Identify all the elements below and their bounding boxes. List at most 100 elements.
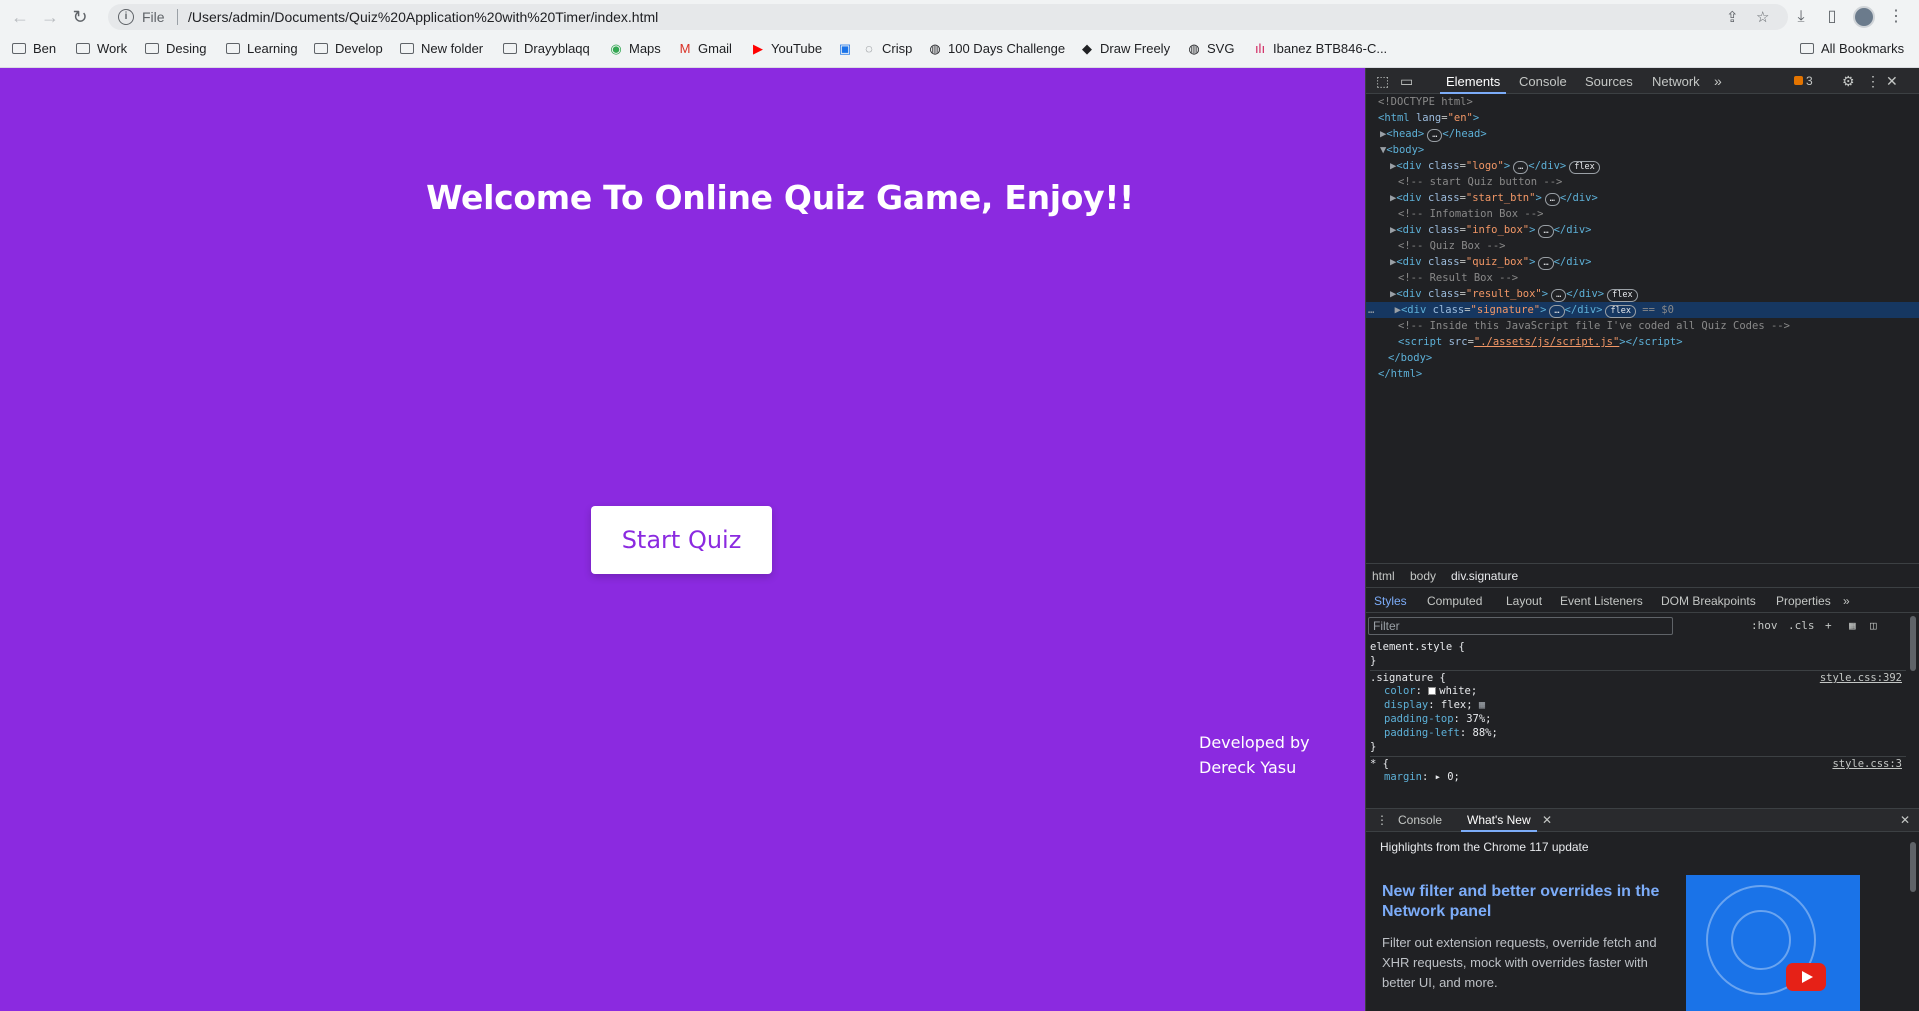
tab-sources[interactable]: Sources	[1585, 74, 1633, 89]
tab-event-listeners[interactable]: Event Listeners	[1560, 594, 1643, 608]
dom-comment[interactable]: <!-- Infomation Box -->	[1398, 206, 1543, 222]
dom-html-close[interactable]: </html>	[1378, 366, 1422, 382]
dom-head[interactable]: ▶<head>… </head>	[1380, 126, 1487, 142]
bookmark-item[interactable]: ılı Ibanez BTB846-C...	[1253, 39, 1387, 59]
flex-editor-icon[interactable]: ▦	[1479, 699, 1485, 711]
bookmark-item[interactable]: New folder	[400, 39, 483, 59]
dom-tree[interactable]: <!DOCTYPE html> <html lang="en"> ▶<head>…	[1366, 94, 1919, 554]
bookmark-item[interactable]: ◍ SVG	[1187, 39, 1234, 59]
settings-icon[interactable]: ⚙	[1842, 73, 1855, 90]
bookmark-item[interactable]: Desing	[145, 39, 206, 59]
url-text[interactable]: /Users/admin/Documents/Quiz%20Applicatio…	[188, 9, 658, 25]
avatar[interactable]	[1853, 6, 1875, 28]
css-source-link[interactable]: style.css:392	[1820, 671, 1902, 685]
sidebar-toggle-icon[interactable]: ◫	[1870, 619, 1877, 632]
bookmark-item[interactable]: ◉ Maps	[609, 39, 660, 59]
tab-layout[interactable]: Layout	[1506, 594, 1542, 608]
tab-computed[interactable]: Computed	[1427, 594, 1482, 608]
play-icon[interactable]	[1786, 963, 1826, 991]
more-tabs-icon[interactable]: »	[1843, 594, 1850, 608]
cls-toggle[interactable]: .cls	[1788, 619, 1815, 632]
css-element-style[interactable]: element.style {	[1370, 640, 1465, 654]
css-decl-padding-left[interactable]: padding-left: 88%;	[1384, 726, 1498, 740]
dom-comment[interactable]: <!-- Inside this JavaScript file I've co…	[1398, 318, 1790, 334]
crumb-body[interactable]: body	[1410, 569, 1436, 583]
close-icon[interactable]: ✕	[1886, 73, 1898, 90]
video-thumbnail[interactable]	[1686, 875, 1860, 1011]
css-decl-padding-top[interactable]: padding-top: 37%;	[1384, 712, 1492, 726]
dom-comment[interactable]: <!-- start Quiz button -->	[1398, 174, 1562, 190]
bookmark-item[interactable]: ▣	[838, 39, 858, 59]
bookmark-item[interactable]: ◌ Crisp	[862, 39, 912, 59]
crumb-html[interactable]: html	[1372, 569, 1395, 583]
inspect-icon[interactable]: ⬚	[1376, 73, 1389, 90]
bookmark-item[interactable]: Learning	[226, 39, 298, 59]
close-tab-icon[interactable]: ✕	[1542, 813, 1552, 827]
bookmark-item[interactable]: Work	[76, 39, 127, 59]
dom-start-btn[interactable]: ▶<div class="start_btn">… </div>	[1390, 190, 1598, 206]
bookmark-item[interactable]: ◆ Draw Freely	[1080, 39, 1170, 59]
dom-comment[interactable]: <!-- Result Box -->	[1398, 270, 1518, 286]
dom-script[interactable]: <script src="./assets/js/script.js"></sc…	[1398, 334, 1683, 350]
share-icon[interactable]: ⇪	[1726, 8, 1739, 26]
tab-elements[interactable]: Elements	[1439, 74, 1507, 94]
whats-new-title[interactable]: New filter and better overrides in the N…	[1382, 882, 1672, 922]
crumb-div-signature[interactable]: div.signature	[1451, 569, 1518, 583]
dom-doctype[interactable]: <!DOCTYPE html>	[1378, 94, 1473, 110]
dom-comment[interactable]: <!-- Quiz Box -->	[1398, 238, 1505, 254]
css-star-rule[interactable]: * { style.css:3	[1370, 756, 1906, 770]
dom-info-box[interactable]: ▶<div class="info_box">… </div>	[1390, 222, 1592, 238]
tab-network[interactable]: Network	[1652, 74, 1700, 89]
tab-properties[interactable]: Properties	[1776, 594, 1831, 608]
styles-pane[interactable]: element.style { } .signature { style.css…	[1366, 638, 1906, 788]
start-quiz-button[interactable]: Start Quiz	[591, 506, 772, 574]
css-signature-rule[interactable]: .signature { style.css:392	[1370, 670, 1906, 684]
drawer-menu-icon[interactable]: ⋮	[1376, 813, 1388, 827]
all-bookmarks[interactable]: All Bookmarks	[1800, 39, 1904, 59]
more-tabs-icon[interactable]: »	[1714, 73, 1722, 89]
tab-styles[interactable]: Styles	[1374, 594, 1407, 608]
address-bar[interactable]: i File /Users/admin/Documents/Quiz%20App…	[108, 4, 1788, 30]
css-decl-display[interactable]: display: flex; ▦	[1384, 698, 1485, 712]
issues-badge[interactable]: 3	[1794, 74, 1813, 88]
site-info-icon[interactable]: i	[118, 9, 134, 25]
styles-filter-input[interactable]: Filter	[1368, 617, 1673, 635]
drawer-tab-whats-new[interactable]: What's New	[1461, 813, 1537, 832]
color-swatch[interactable]	[1428, 687, 1437, 695]
device-toggle-icon[interactable]: ▭	[1400, 73, 1413, 90]
side-panel-icon[interactable]: ▯	[1821, 6, 1843, 28]
bookmark-item[interactable]: M Gmail	[678, 39, 732, 59]
bookmark-item[interactable]: Ben	[12, 39, 56, 59]
dom-logo[interactable]: ▶<div class="logo">… </div> flex	[1390, 158, 1600, 174]
dom-body[interactable]: ▼<body>	[1380, 142, 1424, 158]
reload-icon[interactable]: ↻	[68, 5, 92, 29]
dom-body-close[interactable]: </body>	[1388, 350, 1432, 366]
css-decl-margin[interactable]: margin: ▸ 0;	[1384, 770, 1460, 784]
menu-icon[interactable]: ⋮	[1885, 6, 1907, 28]
back-icon[interactable]: ←	[8, 5, 32, 29]
devtools-menu-icon[interactable]: ⋮	[1866, 73, 1880, 90]
bookmark-item[interactable]: Drayyblaqq	[503, 39, 590, 59]
styles-scrollbar[interactable]	[1910, 616, 1916, 671]
bookmark-item[interactable]: ▶ YouTube	[751, 39, 822, 59]
whats-new-scrollbar[interactable]	[1910, 842, 1916, 892]
dom-result-box[interactable]: ▶<div class="result_box">… </div> flex	[1390, 286, 1638, 302]
bookmark-item[interactable]: ◍ 100 Days Challenge	[928, 39, 1065, 59]
tab-dom-breakpoints[interactable]: DOM Breakpoints	[1661, 594, 1756, 608]
download-icon[interactable]: ⤓	[1790, 6, 1812, 28]
css-source-link[interactable]: style.css:3	[1832, 757, 1902, 771]
paint-icon[interactable]: ▦	[1849, 619, 1856, 632]
new-rule-icon[interactable]: +	[1825, 619, 1832, 632]
close-drawer-icon[interactable]: ✕	[1900, 813, 1910, 827]
tab-console[interactable]: Console	[1519, 74, 1567, 89]
dom-html[interactable]: <html lang="en">	[1378, 110, 1479, 126]
dom-quiz-box[interactable]: ▶<div class="quiz_box">… </div>	[1390, 254, 1592, 270]
bookmark-star-icon[interactable]: ☆	[1756, 8, 1769, 26]
drawer-tab-console[interactable]: Console	[1398, 813, 1442, 827]
whats-new-heading: Highlights from the Chrome 117 update	[1380, 840, 1589, 854]
bookmark-item[interactable]: Develop	[314, 39, 383, 59]
dom-signature-selected[interactable]: … ▶<div class="signature">… </div> flex ==…	[1366, 302, 1919, 318]
hov-toggle[interactable]: :hov	[1751, 619, 1778, 632]
css-decl-color[interactable]: color: white;	[1384, 684, 1477, 698]
forward-icon[interactable]: →	[38, 5, 62, 29]
